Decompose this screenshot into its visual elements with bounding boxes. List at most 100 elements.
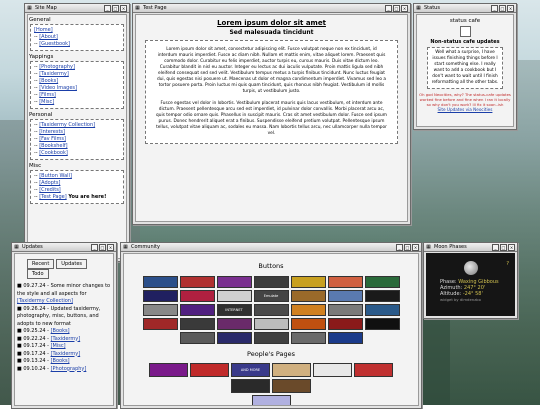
status-titlebar[interactable]: ▦ Status _ □ × xyxy=(414,4,516,13)
sitemap-link[interactable]: [Test Page] xyxy=(39,194,66,200)
site-button-badge[interactable] xyxy=(290,304,326,316)
site-button-badge[interactable] xyxy=(253,304,289,316)
updates-button[interactable]: Updates xyxy=(56,259,87,269)
close-button[interactable]: × xyxy=(507,4,514,12)
update-link[interactable]: [Taxidermy] xyxy=(51,351,81,357)
sitemap-titlebar[interactable]: ▦ Site Map _ □ × xyxy=(25,4,129,13)
site-button-badge[interactable] xyxy=(327,290,363,302)
sitemap-link[interactable]: [Button Wall] xyxy=(39,173,72,179)
update-item: ■ 09.22.24 - [Taxidermy] xyxy=(17,336,111,344)
minimize-button[interactable]: _ xyxy=(396,243,403,251)
site-button-badge[interactable] xyxy=(253,276,289,288)
site-button-badge[interactable]: INTERNET ARCHIVE xyxy=(216,304,252,316)
maximize-button[interactable]: □ xyxy=(393,4,400,12)
update-link[interactable]: [Photography] xyxy=(51,366,87,372)
site-updates-link[interactable]: Site Updates via Neocities xyxy=(419,107,511,112)
site-button-badge[interactable] xyxy=(142,304,178,316)
sitemap-link[interactable]: [Fav Films] xyxy=(39,136,66,142)
site-button-badge[interactable] xyxy=(253,332,289,344)
sitemap-link[interactable]: [Guestbook] xyxy=(39,41,70,47)
sitemap-link[interactable]: [Credits] xyxy=(39,187,61,193)
site-button-badge[interactable] xyxy=(364,276,400,288)
updates-tab-row: Recent Updates Todo xyxy=(27,259,111,279)
maximize-button[interactable]: □ xyxy=(404,243,411,251)
people-page-button[interactable] xyxy=(354,363,393,377)
site-button-badge[interactable]: Emulate xyxy=(253,290,289,302)
update-link[interactable]: [Misc] xyxy=(51,343,66,349)
close-button[interactable]: × xyxy=(412,243,419,251)
sitemap-link[interactable]: [Adopts] xyxy=(39,180,60,186)
people-page-button[interactable] xyxy=(272,363,311,377)
people-page-button[interactable] xyxy=(251,395,291,405)
minimize-button[interactable]: _ xyxy=(104,4,111,12)
close-button[interactable]: × xyxy=(120,4,127,12)
maximize-button[interactable]: □ xyxy=(499,4,506,12)
site-button-badge[interactable] xyxy=(216,318,252,330)
sitemap-link[interactable]: [Cookbook] xyxy=(39,150,68,156)
sitemap-link[interactable]: [Taxidermy Collection] xyxy=(39,122,95,128)
site-button-badge[interactable] xyxy=(290,276,326,288)
maximize-button[interactable]: □ xyxy=(99,243,106,251)
minimize-button[interactable]: _ xyxy=(91,243,98,251)
people-page-button[interactable] xyxy=(149,363,188,377)
updates-titlebar[interactable]: ▦ Updates _ □ × xyxy=(12,243,116,252)
update-link[interactable]: [Books] xyxy=(51,328,70,334)
site-button-badge[interactable] xyxy=(327,276,363,288)
site-button-badge[interactable] xyxy=(179,304,215,316)
minimize-button[interactable]: _ xyxy=(492,243,499,251)
sitemap-link[interactable]: [About] xyxy=(39,34,58,40)
site-button-badge[interactable] xyxy=(290,318,326,330)
people-page-button[interactable] xyxy=(272,379,311,393)
site-button-badge[interactable] xyxy=(179,332,215,344)
site-button-badge[interactable] xyxy=(327,318,363,330)
minimize-button[interactable]: _ xyxy=(385,4,392,12)
sitemap-link[interactable]: [Books] xyxy=(39,78,58,84)
site-button-badge[interactable] xyxy=(364,290,400,302)
moon-titlebar[interactable]: ▦ Moon Phases _ □ × xyxy=(424,243,517,252)
testpage-titlebar[interactable]: ▦ Test Page _ □ × xyxy=(133,4,410,13)
site-button-badge[interactable] xyxy=(216,290,252,302)
site-button-badge[interactable] xyxy=(327,332,363,344)
sitemap-link[interactable]: [Films] xyxy=(39,92,56,98)
site-button-badge[interactable] xyxy=(290,332,326,344)
site-button-badge[interactable] xyxy=(179,318,215,330)
site-button-badge[interactable] xyxy=(253,318,289,330)
site-button-badge[interactable] xyxy=(327,304,363,316)
people-page-button[interactable] xyxy=(190,363,229,377)
sitemap-link[interactable]: [Home] xyxy=(34,27,53,33)
update-date: 09.10.24 xyxy=(23,365,46,372)
recent-button[interactable]: Recent xyxy=(27,259,55,269)
help-icon[interactable]: ? xyxy=(506,261,509,267)
todo-button[interactable]: Todo xyxy=(27,269,49,279)
site-button-badge[interactable] xyxy=(142,276,178,288)
site-button-badge[interactable] xyxy=(364,304,400,316)
site-button-badge[interactable] xyxy=(179,276,215,288)
close-button[interactable]: × xyxy=(401,4,408,12)
site-button-badge[interactable] xyxy=(216,276,252,288)
testpage-title: Test Page xyxy=(143,5,167,11)
update-link[interactable]: [Books] xyxy=(51,358,70,364)
maximize-button[interactable]: □ xyxy=(500,243,507,251)
close-button[interactable]: × xyxy=(508,243,515,251)
update-link[interactable]: [Taxidermy] xyxy=(51,336,81,342)
sitemap-link[interactable]: [Video Images] xyxy=(39,85,77,91)
people-page-button[interactable] xyxy=(313,363,352,377)
close-button[interactable]: × xyxy=(107,243,114,251)
sitemap-link[interactable]: [Misc] xyxy=(39,99,54,105)
people-page-button[interactable]: AND MORE xyxy=(231,363,270,377)
community-titlebar[interactable]: ▦ Community _ □ × xyxy=(121,243,421,252)
site-button-badge[interactable] xyxy=(142,318,178,330)
sitemap-link[interactable]: [Taxidermy] xyxy=(39,71,69,77)
site-button-badge[interactable] xyxy=(179,290,215,302)
people-page-button[interactable] xyxy=(231,379,270,393)
site-button-badge[interactable] xyxy=(290,290,326,302)
maximize-button[interactable]: □ xyxy=(112,4,119,12)
sitemap-link[interactable]: [Photography] xyxy=(39,64,75,70)
sitemap-link[interactable]: [Interests] xyxy=(39,129,65,135)
minimize-button[interactable]: _ xyxy=(491,4,498,12)
update-link[interactable]: [Taxidermy Collection] xyxy=(17,298,73,304)
sitemap-link[interactable]: [Bookshelf] xyxy=(39,143,67,149)
site-button-badge[interactable] xyxy=(364,318,400,330)
site-button-badge[interactable] xyxy=(142,290,178,302)
site-button-badge[interactable] xyxy=(216,332,252,344)
